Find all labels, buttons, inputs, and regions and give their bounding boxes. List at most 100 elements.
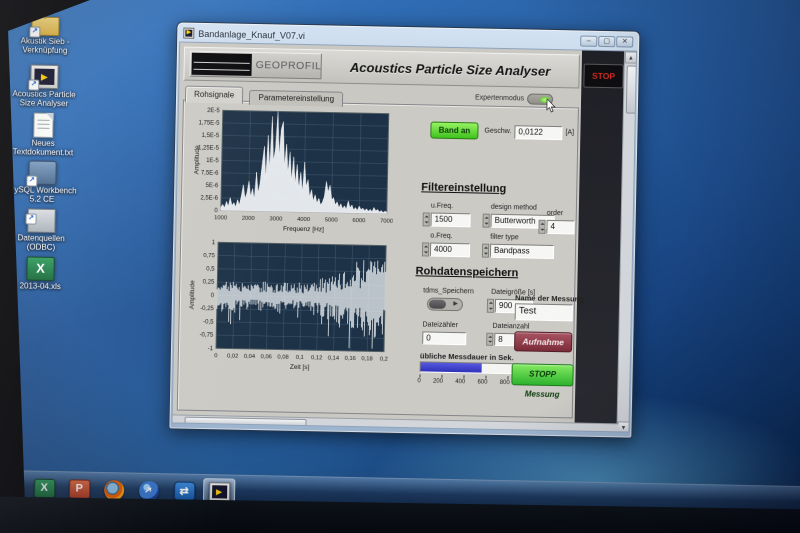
- svg-text:Zeit [s]: Zeit [s]: [290, 364, 310, 371]
- order-label: order: [547, 210, 563, 217]
- duration-progress-fill: [421, 362, 482, 372]
- desktop-icon-label: 2013-04.xls: [5, 281, 75, 292]
- odbc-shortcut-icon: [27, 208, 55, 233]
- svg-text:1000: 1000: [214, 215, 227, 221]
- taskbar-item-excel[interactable]: [28, 475, 61, 503]
- svg-text:1,25E-5: 1,25E-5: [198, 145, 220, 151]
- order-field[interactable]: 4: [546, 220, 574, 235]
- tab-rohsignale[interactable]: Rohsignale: [185, 86, 243, 104]
- desktop-icon-label: Akustik Sieb - Verknüpfung: [10, 36, 80, 56]
- svg-text:1E-5: 1E-5: [206, 158, 219, 164]
- svg-text:6000: 6000: [352, 218, 365, 224]
- maximize-button[interactable]: ▢: [598, 36, 615, 47]
- ofreq-field[interactable]: 4000: [430, 243, 470, 258]
- svg-text:0,18: 0,18: [361, 356, 372, 362]
- desktop-icon-excel-file[interactable]: 2013-04.xls: [5, 256, 76, 303]
- monitor-photo: Labview Messung - Verknüpfung Akustik Si…: [0, 0, 800, 533]
- windows-explorer-icon: [0, 481, 20, 496]
- taskbar-item-explorer[interactable]: [0, 474, 25, 502]
- band-on-button[interactable]: Band an: [430, 122, 478, 140]
- firefox-icon: [104, 480, 124, 500]
- stop-measurement-button[interactable]: STOPP Messung: [511, 363, 573, 386]
- svg-text:0,2: 0,2: [380, 357, 388, 363]
- app-window: Bandanlage_Knauf_V07.vi – ▢ ✕ ▲ ▼ STOP: [168, 21, 640, 438]
- taskbar-item-internet[interactable]: [133, 477, 166, 505]
- file-count-label: Dateianzahl: [492, 323, 529, 331]
- measurement-name-field[interactable]: Test: [515, 303, 573, 321]
- file-count-spinner[interactable]: [486, 333, 493, 346]
- scroll-down-arrow[interactable]: ▼: [617, 421, 629, 432]
- ofreq-label: o.Freq.: [430, 233, 452, 240]
- taskbar-item-teamviewer[interactable]: [168, 477, 201, 505]
- ufreq-spinner[interactable]: [422, 212, 429, 226]
- svg-text:0,16: 0,16: [345, 356, 356, 362]
- desktop-icon-labview-messung[interactable]: Labview Messung - Verknüpfung: [11, 0, 82, 13]
- svg-text:1,75E-5: 1,75E-5: [198, 120, 220, 126]
- svg-text:1: 1: [212, 240, 216, 246]
- logo-bars-icon: [191, 53, 251, 76]
- svg-text:Amplitude: Amplitude: [193, 145, 201, 174]
- ufreq-field[interactable]: 1500: [430, 213, 470, 228]
- stop-vi-button[interactable]: STOP: [583, 64, 623, 89]
- teamviewer-icon: [173, 481, 194, 500]
- svg-text:0,12: 0,12: [311, 355, 322, 361]
- mysql-shortcut-icon: [28, 160, 56, 185]
- desktop-icon-textdokument[interactable]: Neues Textdokument.txt: [8, 112, 79, 159]
- svg-text:2,5E-6: 2,5E-6: [200, 195, 218, 201]
- tdms-label: tdms_Speichern: [423, 287, 474, 295]
- file-counter-field[interactable]: 0: [422, 331, 466, 345]
- svg-text:1,5E-5: 1,5E-5: [202, 133, 220, 139]
- desktop-icon-akustik-sieb[interactable]: Akustik Sieb - Verknüpfung: [10, 16, 81, 63]
- mouse-cursor-icon: [546, 99, 556, 113]
- expert-mode-toggle[interactable]: [527, 93, 553, 105]
- svg-text:-0,25: -0,25: [200, 306, 214, 312]
- svg-text:Amplitude: Amplitude: [189, 280, 197, 309]
- desktop-icon-odbc[interactable]: Datenquellen (ODBC): [6, 208, 77, 255]
- svg-text:2000: 2000: [242, 216, 255, 222]
- expert-mode-label: Expertenmodus: [475, 94, 524, 102]
- desktop-icon-label: Datenquellen (ODBC): [6, 233, 76, 253]
- desktop-icon-label: Neues Textdokument.txt: [8, 138, 78, 158]
- tdms-save-toggle[interactable]: [427, 297, 463, 311]
- taskbar-item-firefox[interactable]: [98, 476, 131, 504]
- desktop-icon-acoustics-analyser[interactable]: Acoustics Particle Size Analyser: [9, 64, 80, 111]
- taskbar-item-labview-active[interactable]: [203, 478, 236, 506]
- desktop-icon-label: Labview Messung - Verknüpfung: [11, 0, 81, 6]
- labview-icon: [208, 482, 229, 501]
- close-button[interactable]: ✕: [616, 36, 633, 47]
- filter-type-spinner[interactable]: [482, 244, 489, 258]
- desktop-icon-label: MySQL Workbench 5.2 CE: [7, 185, 77, 205]
- desktop-icon-column: Labview Messung - Verknüpfung Akustik Si…: [5, 0, 82, 305]
- geschw-field[interactable]: 0,0122: [514, 125, 562, 140]
- svg-text:0,25: 0,25: [203, 280, 215, 286]
- excel-icon: [33, 479, 54, 498]
- text-file-icon: [33, 113, 53, 138]
- excel-file-icon: [26, 256, 54, 281]
- desktop-icon-label: Acoustics Particle Size Analyser: [9, 89, 79, 109]
- logo-text: GEOPROFIL: [256, 59, 322, 72]
- window-client-area: ▲ ▼ STOP GEOPROFIL Acoustics Particle Si…: [171, 41, 637, 432]
- ufreq-label: u.Freq.: [431, 203, 453, 210]
- svg-text:0: 0: [211, 293, 215, 299]
- svg-text:7000: 7000: [380, 219, 393, 225]
- filter-type-field[interactable]: Bandpass: [490, 244, 554, 259]
- filesize-spinner[interactable]: [487, 299, 494, 313]
- scroll-up-arrow[interactable]: ▲: [625, 51, 637, 63]
- taskbar-item-powerpoint[interactable]: [63, 475, 96, 503]
- design-method-spinner[interactable]: [482, 214, 489, 228]
- ofreq-spinner[interactable]: [422, 242, 429, 256]
- order-spinner[interactable]: [538, 220, 545, 234]
- svg-text:5000: 5000: [325, 217, 338, 223]
- svg-text:0: 0: [214, 353, 217, 359]
- internet-globe-icon: [139, 480, 159, 500]
- record-button[interactable]: Aufnahme: [514, 331, 572, 352]
- svg-text:-1: -1: [208, 346, 214, 352]
- tab-parametereinstellung[interactable]: Parametereinstellung: [249, 90, 343, 107]
- scale-0: 0: [417, 378, 420, 384]
- rawdata-section-heading: Rohdatenspeichern: [415, 265, 518, 279]
- scale-600: 600: [477, 380, 487, 386]
- file-counter-label: Dateizähler: [422, 321, 458, 329]
- window-caption-buttons: – ▢ ✕: [580, 36, 633, 48]
- desktop-icon-mysql-workbench[interactable]: MySQL Workbench 5.2 CE: [7, 160, 78, 207]
- minimize-button[interactable]: –: [580, 36, 597, 47]
